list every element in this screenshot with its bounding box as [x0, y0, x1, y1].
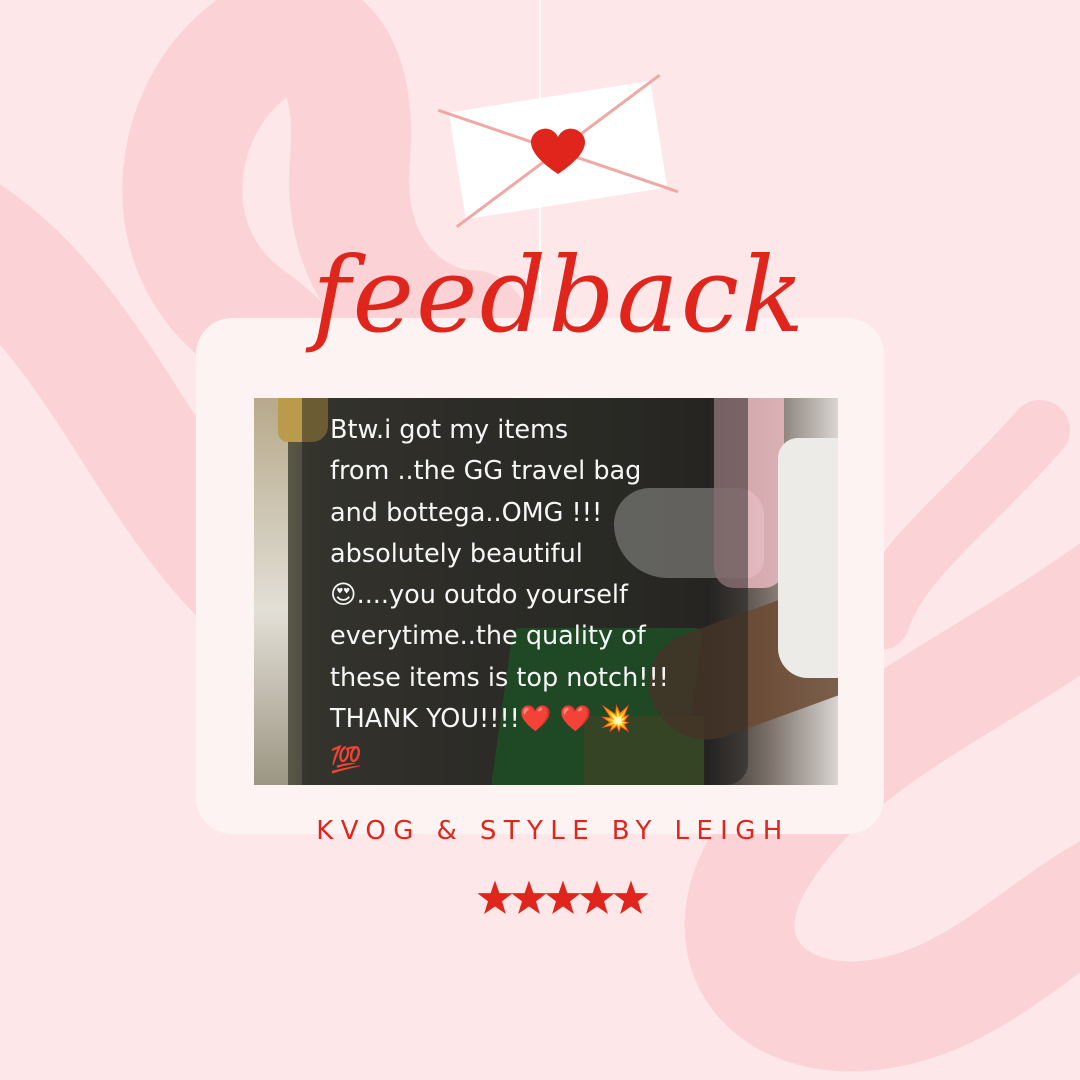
- page-title: feedback: [311, 234, 806, 356]
- photo-bg-right: [778, 438, 838, 678]
- star-icon: [545, 880, 581, 914]
- brand-signature: KVOG & STYLE BY LEIGH: [316, 816, 790, 846]
- star-icon: [511, 880, 547, 914]
- star-icon: [478, 880, 513, 914]
- review-screenshot: Btw.i got my items from ..the GG travel …: [254, 398, 838, 785]
- star-icon: [579, 880, 615, 914]
- photo-bg-left: [254, 398, 288, 785]
- star-rating: [478, 880, 648, 914]
- review-text: Btw.i got my items from ..the GG travel …: [330, 415, 669, 776]
- envelope-icon: [438, 73, 678, 228]
- star-icon: [613, 880, 648, 914]
